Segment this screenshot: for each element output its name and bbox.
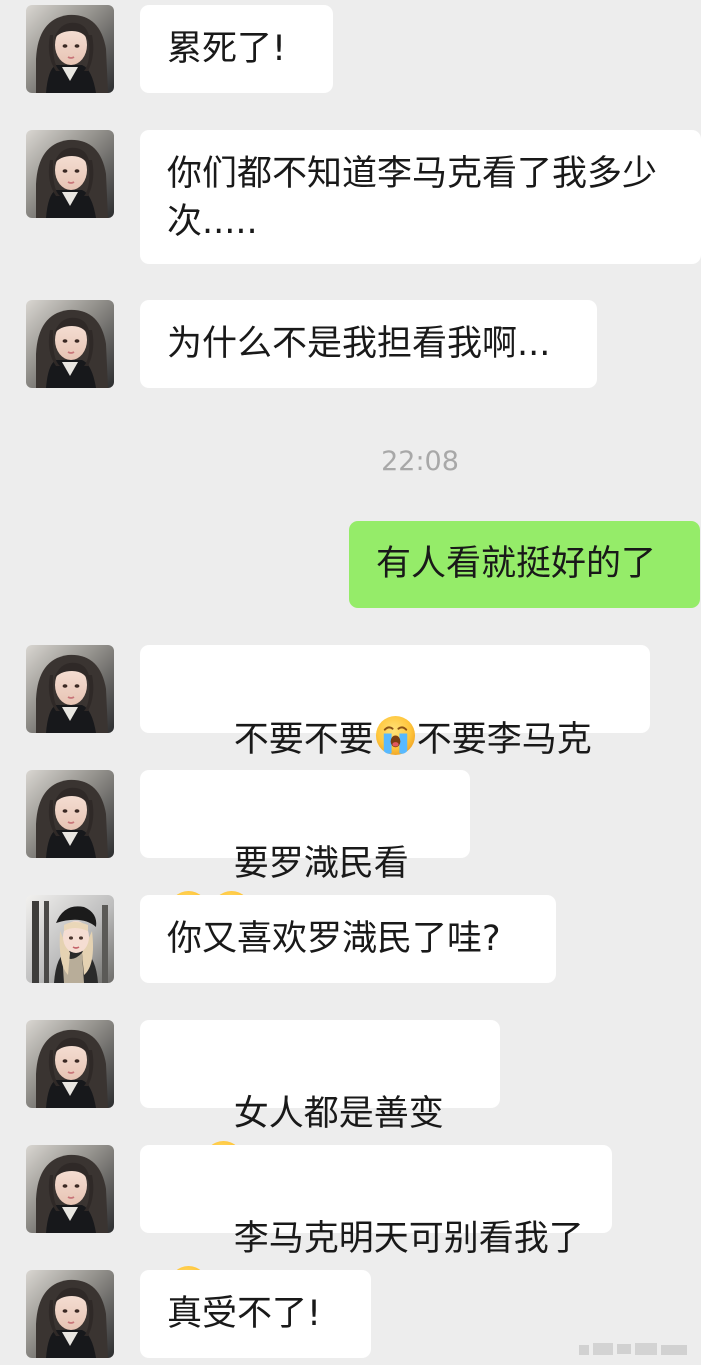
message-text: 不要不要 xyxy=(233,720,374,760)
message-bubble[interactable]: 不要不要不要李马克看我 xyxy=(140,645,650,810)
message-bubble[interactable]: 要罗渽民看 xyxy=(140,770,470,858)
message-text-line-1: 你们都不知道李马克看了我多少 xyxy=(167,154,658,194)
avatar[interactable] xyxy=(26,1020,114,1108)
message-bubble[interactable]: 你又喜欢罗渽民了哇? xyxy=(140,895,556,983)
timestamp: 22:08 xyxy=(381,446,459,477)
sent-message-bubble[interactable]: 有人看就挺好的了 xyxy=(349,521,700,608)
message-text: 要罗渽民看 xyxy=(233,844,409,884)
avatar[interactable] xyxy=(26,1270,114,1358)
message-bubble[interactable]: 累死了! xyxy=(140,5,333,93)
loudly-crying-face-icon xyxy=(374,714,417,757)
avatar[interactable] xyxy=(26,770,114,858)
chat-area: 累死了! 你们都不知道李马克看了我多少 次..... 为什么不是我担看我啊...… xyxy=(0,0,701,1363)
watermark-icon xyxy=(579,1343,687,1355)
avatar[interactable] xyxy=(26,1145,114,1233)
message-text: 李马克明天可别看我了 xyxy=(233,1219,584,1259)
message-bubble[interactable]: 李马克明天可别看我了 xyxy=(140,1145,612,1233)
message-text-line-2: 次..... xyxy=(167,202,258,242)
message-bubble[interactable]: 真受不了! xyxy=(140,1270,371,1358)
avatar[interactable] xyxy=(26,645,114,733)
message-bubble[interactable]: 女人都是善变的 xyxy=(140,1020,500,1185)
message-bubble[interactable]: 为什么不是我担看我啊... xyxy=(140,300,597,388)
avatar[interactable] xyxy=(26,5,114,93)
message-bubble[interactable]: 你们都不知道李马克看了我多少 次..... xyxy=(140,130,701,264)
avatar[interactable] xyxy=(26,130,114,218)
avatar[interactable] xyxy=(26,300,114,388)
avatar[interactable] xyxy=(26,895,114,983)
